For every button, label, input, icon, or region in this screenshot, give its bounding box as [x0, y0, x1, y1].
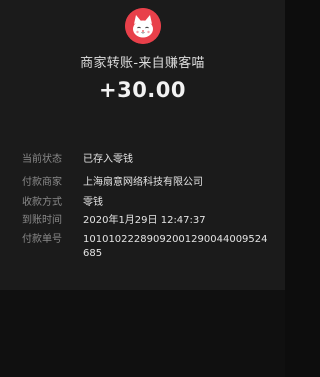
detail-label: 付款商家: [22, 177, 62, 188]
transfer-amount: +30.00: [98, 78, 187, 102]
detail-label: 到账时间: [22, 215, 62, 226]
transfer-detail-page: 商家转账-来自赚客喵 +30.00 当前状态 已存入零钱 付款商家 上海扇意网络…: [0, 0, 285, 377]
detail-label: 付款单号: [22, 234, 62, 245]
detail-value: 10101022289092001290044009524685: [83, 234, 268, 259]
detail-value: 上海扇意网络科技有限公司: [83, 177, 203, 188]
merchant-transfer-title: 商家转账-来自赚客喵: [80, 56, 205, 71]
lucky-cat-icon: [125, 8, 161, 44]
detail-value: 零钱: [83, 197, 103, 208]
transfer-card: 商家转账-来自赚客喵 +30.00 当前状态 已存入零钱 付款商家 上海扇意网络…: [0, 0, 285, 290]
page-footer: [0, 290, 285, 377]
detail-label: 收款方式: [22, 197, 62, 208]
detail-value: 已存入零钱: [83, 154, 133, 165]
merchant-avatar: [125, 8, 161, 44]
detail-value: 2020年1月29日 12:47:37: [83, 215, 206, 226]
detail-label: 当前状态: [22, 154, 62, 165]
